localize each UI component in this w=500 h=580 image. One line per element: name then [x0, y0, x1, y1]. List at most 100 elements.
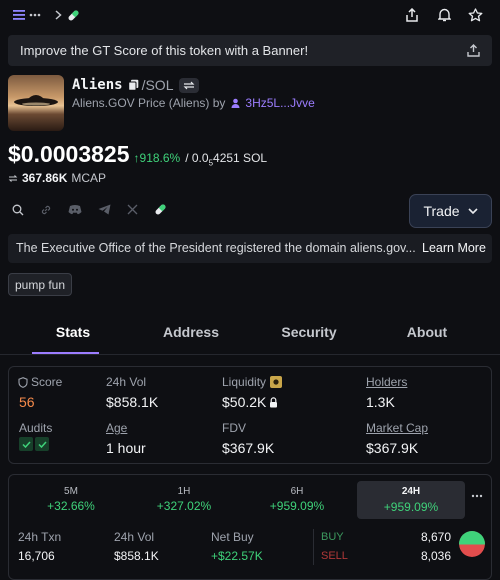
market-cap-value: $367.9K [366, 440, 419, 456]
trade-button[interactable]: Trade [409, 194, 492, 228]
share-icon[interactable] [404, 7, 420, 23]
price-change: ↑918.6% [133, 151, 181, 165]
audits-label: Audits [19, 421, 53, 435]
banner-text: Improve the GT Score of this token with … [20, 43, 309, 58]
audit-check-icon [19, 437, 33, 451]
announcement-bar: The Executive Office of the President re… [8, 234, 492, 263]
swap-icon[interactable] [179, 77, 200, 93]
age-label[interactable]: Age [106, 421, 127, 435]
fdv-value: $367.9K [222, 440, 275, 456]
sell-value: 8,036 [420, 549, 451, 563]
tag-pump-fun[interactable]: pump fun [8, 273, 73, 296]
txn-vol-value: $858.1K [114, 549, 159, 563]
trade-button-label: Trade [423, 203, 460, 219]
liquidity-label-row: Liquidity [222, 375, 283, 389]
buy-sell-divider [313, 529, 314, 565]
sell-label: SELL [321, 550, 348, 562]
mcap-value: 367.86K [22, 171, 68, 185]
vol-label: 24h Vol [106, 375, 147, 389]
liquidity-value: $50.2K [222, 394, 267, 410]
txn-vol-label: 24h Vol [114, 530, 155, 544]
sol-price: / 0.054251 SOL [185, 151, 267, 167]
score-label: Score [31, 375, 63, 389]
period-5m[interactable]: 5M +32.66% [21, 486, 121, 513]
score-value: 56 [19, 394, 35, 410]
creator-link[interactable]: 3Hz5L...Jvve [245, 96, 314, 110]
period-1h-label: 1H [177, 486, 191, 497]
period-24h[interactable]: 24H +959.09% [357, 481, 465, 519]
lock-icon [269, 396, 278, 408]
period-5m-label: 5M [64, 486, 78, 497]
net-buy-value: +$22.57K [211, 549, 263, 563]
buy-label: BUY [321, 531, 344, 543]
net-buy-label: Net Buy [211, 530, 254, 544]
shield-icon [18, 376, 28, 388]
sol-price-suffix: 4251 SOL [213, 151, 268, 165]
menu-icon[interactable] [12, 8, 26, 22]
audit-check-icon [35, 437, 49, 451]
social-links [12, 203, 167, 216]
user-icon [231, 98, 240, 108]
holders-value: 1.3K [366, 394, 395, 410]
buy-share-slice [459, 531, 485, 545]
search-icon[interactable] [12, 204, 24, 216]
top-bar [0, 0, 500, 32]
token-title-row: Aliens /SOL [72, 76, 200, 94]
pill-icon[interactable] [66, 8, 80, 22]
copy-icon[interactable] [127, 79, 139, 91]
tag-label: pump fun [15, 277, 66, 292]
liquidity-value-row: $50.2K [222, 394, 278, 410]
stats-card: Score 56 24h Vol $858.1K Liquidity $50.2… [8, 366, 492, 464]
link-icon[interactable] [40, 204, 52, 216]
score-banner[interactable]: Improve the GT Score of this token with … [8, 35, 492, 66]
txn-card: 5M +32.66% 1H +327.02% 6H +959.09% 24H +… [8, 474, 492, 580]
bell-icon[interactable] [436, 7, 452, 23]
learn-more-link[interactable]: Learn More [422, 241, 486, 255]
tab-divider [0, 354, 500, 355]
period-24h-label: 24H [401, 486, 421, 497]
tab-about[interactable]: About [384, 324, 470, 340]
txn-label: 24h Txn [18, 530, 62, 544]
mcap-label: MCAP [71, 171, 107, 185]
pumpfun-icon[interactable] [154, 203, 167, 216]
vol-value: $858.1K [106, 394, 159, 410]
fdv-label: FDV [222, 421, 246, 435]
score-label-row: Score [18, 375, 62, 389]
token-name: Aliens [72, 77, 123, 93]
token-price: $0.0003825 [8, 141, 130, 167]
token-logo [8, 75, 64, 131]
age-value: 1 hour [106, 440, 146, 456]
token-quote: /SOL [141, 77, 174, 93]
token-subtitle-row: Aliens.GOV Price (Aliens) by 3Hz5L...Jvv… [72, 96, 315, 110]
tab-security[interactable]: Security [266, 324, 352, 340]
locked-liquidity-icon [270, 376, 283, 388]
mcap-row: 367.86K MCAP [8, 171, 106, 185]
star-icon[interactable] [467, 7, 483, 23]
period-6h-value: +959.09% [269, 499, 325, 513]
market-cap-label[interactable]: Market Cap [366, 421, 428, 435]
more-periods-icon[interactable] [471, 494, 483, 498]
chevron-right-icon [52, 8, 64, 22]
holders-label[interactable]: Holders [366, 375, 407, 389]
buy-value: 8,670 [420, 530, 451, 544]
period-6h-label: 6H [290, 486, 304, 497]
mcap-swap-icon [8, 174, 18, 183]
announcement-text: The Executive Office of the President re… [16, 241, 416, 255]
tab-stats[interactable]: Stats [30, 324, 116, 340]
token-subtitle: Aliens.GOV Price (Aliens) by [72, 96, 226, 110]
price-row: $0.0003825 ↑918.6% / 0.054251 SOL [8, 141, 267, 168]
discord-icon[interactable] [68, 204, 82, 215]
tab-address[interactable]: Address [148, 324, 234, 340]
buy-sell-ratio-chart [459, 531, 485, 557]
telegram-icon[interactable] [98, 204, 111, 215]
period-24h-value: +959.09% [383, 500, 439, 514]
period-1h-value: +327.02% [156, 499, 212, 513]
x-icon[interactable] [127, 204, 138, 215]
chevron-down-icon [467, 207, 478, 215]
upload-icon[interactable] [466, 43, 480, 57]
txn-value: 16,706 [18, 549, 55, 563]
ellipsis-icon[interactable] [28, 8, 42, 22]
period-1h[interactable]: 1H +327.02% [134, 486, 234, 513]
period-6h[interactable]: 6H +959.09% [247, 486, 347, 513]
period-5m-value: +32.66% [47, 499, 95, 513]
